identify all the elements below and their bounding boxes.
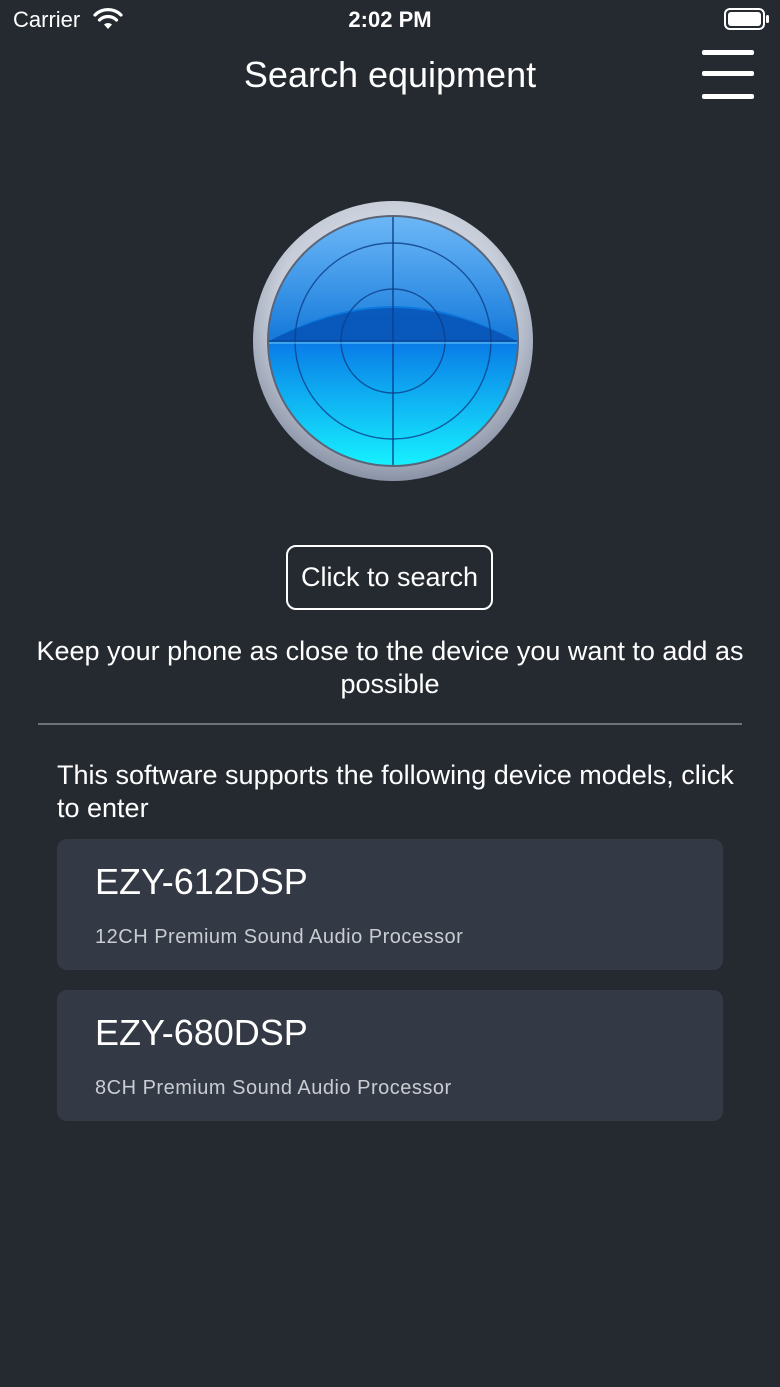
click-to-search-button[interactable]: Click to search <box>286 545 493 610</box>
device-name: EZY-680DSP <box>95 1012 308 1053</box>
battery-icon <box>724 8 769 30</box>
hamburger-menu-icon[interactable] <box>700 48 756 104</box>
device-description: 8CH Premium Sound Audio Processor <box>95 1077 452 1099</box>
supported-models-intro: This software supports the following dev… <box>57 760 734 823</box>
proximity-hint: Keep your phone as close to the device y… <box>36 636 744 699</box>
search-equipment-screen: Carrier 2:02 PM Search equipment Click t… <box>0 0 780 1387</box>
device-name: EZY-612DSP <box>95 861 308 902</box>
page-title: Search equipment <box>243 54 537 95</box>
clock: 2:02 PM <box>348 7 432 32</box>
status-bar: Carrier 2:02 PM <box>0 0 780 40</box>
device-description: 12CH Premium Sound Audio Processor <box>95 926 464 948</box>
divider <box>38 723 742 725</box>
radar-icon <box>253 201 533 481</box>
device-card-ezy-612dsp[interactable]: EZY-612DSP 12CH Premium Sound Audio Proc… <box>57 839 723 970</box>
device-card-ezy-680dsp[interactable]: EZY-680DSP 8CH Premium Sound Audio Proce… <box>57 990 723 1121</box>
